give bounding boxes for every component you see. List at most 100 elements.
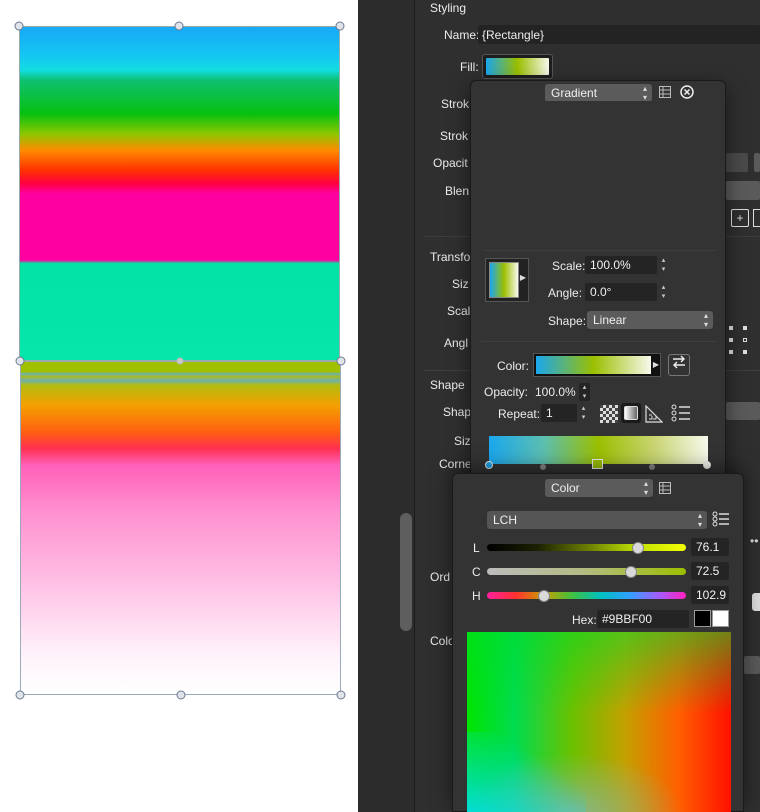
selection-handle[interactable] bbox=[335, 21, 345, 31]
fill-swatch[interactable] bbox=[482, 54, 553, 79]
h-slider[interactable] bbox=[487, 592, 686, 599]
stepper-arrows-icon: ▴ ▾ bbox=[643, 479, 648, 497]
name-field[interactable]: {Rectangle} bbox=[478, 25, 760, 44]
color-model-value: LCH bbox=[493, 513, 518, 527]
section-transform-title: Transfo bbox=[430, 250, 471, 264]
c-slider[interactable] bbox=[487, 568, 686, 575]
blend-label: Blen bbox=[445, 184, 470, 198]
l-slider[interactable] bbox=[487, 544, 686, 551]
gradient-preview-swatch[interactable]: ▶ bbox=[485, 258, 529, 302]
color-field[interactable] bbox=[467, 632, 731, 812]
section-color-title: Colo bbox=[430, 634, 455, 648]
separator bbox=[481, 341, 717, 342]
gradient-midpoint[interactable] bbox=[540, 464, 546, 470]
shape-dropdown[interactable] bbox=[726, 402, 760, 420]
repeat-label: Repeat: bbox=[498, 407, 541, 421]
gradient-icon[interactable] bbox=[621, 403, 641, 423]
opacity-extra[interactable] bbox=[754, 153, 760, 172]
h-value[interactable]: 102.9 bbox=[691, 586, 729, 604]
gradient-stop[interactable] bbox=[703, 461, 711, 469]
stroke-label: Strok bbox=[441, 97, 470, 111]
section-shape-title: Shape bbox=[430, 378, 465, 392]
shape-value: Linear bbox=[593, 313, 627, 327]
color-dropdown[interactable] bbox=[744, 656, 760, 674]
stepper-arrows-icon: ▴ ▾ bbox=[642, 84, 647, 102]
repeat-field[interactable]: 1 bbox=[541, 404, 577, 422]
name-label: Name: bbox=[444, 28, 480, 42]
selection-handle[interactable] bbox=[336, 356, 346, 366]
panel-gutter bbox=[358, 0, 414, 812]
anchor-grid-icon[interactable] bbox=[729, 326, 749, 356]
hex-field[interactable]: #9BBF00 bbox=[597, 610, 689, 628]
h-slider-knob[interactable] bbox=[537, 590, 550, 602]
c-slider-knob[interactable] bbox=[625, 566, 638, 578]
shape-label: Shap bbox=[443, 405, 472, 419]
gradient-preview-area bbox=[483, 101, 717, 251]
fill-type-value: Gradient bbox=[551, 86, 598, 100]
size-label: Siz bbox=[452, 277, 469, 291]
document-canvas[interactable] bbox=[0, 0, 358, 812]
selection-center-handle[interactable] bbox=[176, 357, 184, 365]
selection-handle[interactable] bbox=[336, 690, 346, 700]
scale-label: Scale: bbox=[552, 259, 586, 273]
color-type-dropdown[interactable]: Color ▴ ▾ bbox=[545, 479, 653, 497]
list-view-icon[interactable] bbox=[658, 86, 672, 100]
selection-handle[interactable] bbox=[174, 21, 184, 31]
stepper-arrows-icon: ▴ ▾ bbox=[697, 511, 702, 529]
selection-handle[interactable] bbox=[15, 356, 25, 366]
opacity-stepper[interactable]: ▴ ▾ bbox=[579, 383, 590, 401]
repeat-stepper[interactable]: ▴ ▾ bbox=[578, 404, 589, 422]
scale-field[interactable]: 100.0% bbox=[585, 256, 657, 274]
stepper-arrows-icon: ▴ ▾ bbox=[703, 311, 708, 329]
angle-stepper[interactable]: ▴ ▾ bbox=[658, 283, 669, 301]
selection-handle[interactable] bbox=[176, 690, 186, 700]
shape-dropdown[interactable]: Linear ▴ ▾ bbox=[587, 311, 713, 329]
stops-list-icon[interactable] bbox=[712, 511, 732, 529]
rectangle-bottom[interactable] bbox=[20, 361, 341, 695]
list-view-icon[interactable] bbox=[658, 481, 672, 495]
color-swatch[interactable]: ▶ bbox=[533, 353, 661, 377]
selection-handle[interactable] bbox=[14, 21, 24, 31]
shape-label: Shape: bbox=[548, 314, 587, 328]
l-value[interactable]: 76.1 bbox=[691, 538, 729, 556]
opacity-label: Opacity: bbox=[484, 385, 529, 399]
add-icon[interactable]: + bbox=[731, 209, 749, 227]
opacity-stepper[interactable] bbox=[726, 153, 748, 172]
order-button[interactable] bbox=[752, 593, 760, 611]
angle-field[interactable]: 0.0° bbox=[585, 283, 657, 301]
scale-label: Scal bbox=[447, 304, 471, 318]
fill-label: Fill: bbox=[460, 60, 479, 74]
scrollbar-thumb[interactable] bbox=[400, 513, 412, 631]
swap-icon[interactable] bbox=[668, 354, 690, 376]
color-model-dropdown[interactable]: LCH ▴ ▾ bbox=[487, 511, 707, 529]
blend-dropdown[interactable] bbox=[726, 181, 760, 200]
c-value[interactable]: 72.5 bbox=[691, 562, 729, 580]
black-swatch[interactable] bbox=[694, 610, 711, 627]
color-type-value: Color bbox=[551, 481, 580, 495]
stops-list-icon[interactable] bbox=[671, 404, 691, 424]
shape-size-label: Siz bbox=[454, 434, 471, 448]
section-order-title: Ord bbox=[430, 570, 451, 584]
fill-type-dropdown[interactable]: Gradient ▴ ▾ bbox=[545, 84, 652, 102]
more-icon[interactable]: •• bbox=[750, 534, 758, 548]
gradient-stop[interactable] bbox=[485, 461, 493, 469]
rectangle-top[interactable] bbox=[19, 26, 340, 361]
l-slider-knob[interactable] bbox=[632, 542, 645, 554]
angle-label: Angl bbox=[444, 336, 469, 350]
checkerboard-icon[interactable] bbox=[600, 405, 618, 423]
gradient-stop-selected[interactable] bbox=[592, 459, 603, 469]
color-label: Color: bbox=[497, 359, 530, 373]
opacity-value[interactable]: 100.0% bbox=[535, 385, 576, 399]
scale-stepper[interactable]: ▴ ▾ bbox=[658, 256, 669, 274]
opacity-label: Opacit bbox=[433, 156, 468, 170]
toolbar-icon[interactable] bbox=[753, 209, 760, 227]
name-value: {Rectangle} bbox=[482, 28, 545, 42]
selection-handle[interactable] bbox=[15, 690, 25, 700]
pattern-icon[interactable] bbox=[645, 404, 664, 423]
close-icon[interactable] bbox=[679, 85, 694, 100]
corner-label: Corne bbox=[439, 457, 472, 471]
hex-label: Hex: bbox=[572, 613, 597, 627]
stroke-style-label: Strok bbox=[440, 129, 469, 143]
white-swatch[interactable] bbox=[712, 610, 729, 627]
gradient-midpoint[interactable] bbox=[649, 464, 655, 470]
